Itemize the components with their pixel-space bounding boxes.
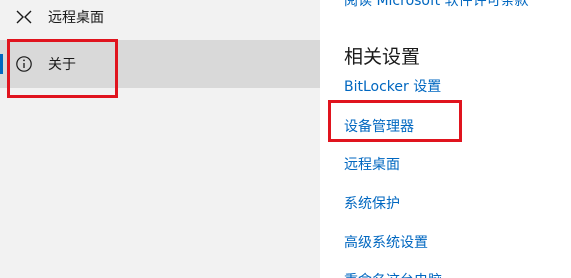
settings-sidebar: 远程桌面 关于 — [0, 0, 320, 278]
license-terms-link[interactable]: 阅读 Microsoft 软件许可条款 — [344, 0, 529, 10]
info-icon — [14, 54, 34, 74]
device-manager-link[interactable]: 设备管理器 — [344, 116, 414, 136]
rename-pc-link[interactable]: 重命名这台电脑 — [344, 270, 442, 278]
main-content: 阅读 Microsoft 软件许可条款 相关设置 BitLocker 设置 设备… — [320, 0, 571, 278]
bitlocker-settings-link[interactable]: BitLocker 设置 — [344, 76, 441, 96]
sidebar-item-label: 远程桌面 — [48, 10, 104, 26]
related-settings-title: 相关设置 — [344, 46, 421, 68]
selection-indicator — [0, 54, 3, 74]
advanced-system-settings-link[interactable]: 高级系统设置 — [344, 232, 428, 252]
sidebar-item-about[interactable]: 关于 — [0, 40, 320, 88]
remote-desktop-link[interactable]: 远程桌面 — [344, 154, 400, 174]
system-protection-link[interactable]: 系统保护 — [344, 193, 400, 213]
remote-desktop-icon — [14, 7, 34, 27]
sidebar-item-label: 关于 — [48, 57, 76, 73]
sidebar-item-remote-desktop[interactable]: 远程桌面 — [0, 0, 320, 41]
